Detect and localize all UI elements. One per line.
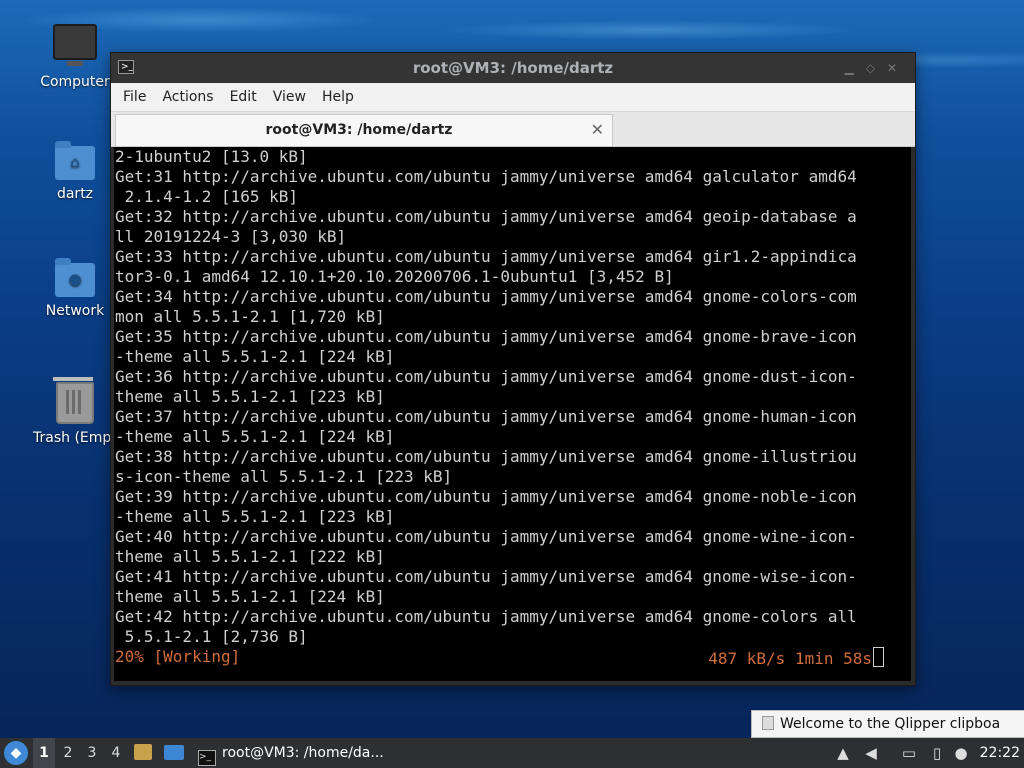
terminal-line: Get:41 http://archive.ubuntu.com/ubuntu … bbox=[115, 567, 857, 586]
clipboard-icon bbox=[762, 716, 774, 730]
desktop-icon-label: dartz bbox=[56, 186, 94, 202]
terminal-cursor bbox=[873, 647, 884, 667]
trash-icon bbox=[53, 377, 94, 424]
show-desktop-icon[interactable] bbox=[164, 745, 184, 760]
terminal-line: Get:34 http://archive.ubuntu.com/ubuntu … bbox=[115, 287, 857, 306]
updates-icon[interactable]: ▲ bbox=[832, 738, 854, 768]
tab-close-icon[interactable]: ✕ bbox=[591, 120, 604, 139]
home-folder-icon: ⌂ bbox=[55, 141, 95, 180]
terminal-line: 5.5.1-2.1 [2,736 B] bbox=[115, 627, 308, 646]
workspace-1[interactable]: 1 bbox=[33, 738, 55, 768]
terminal-output[interactable]: 2-1ubuntu2 [13.0 kB] Get:31 http://archiv… bbox=[114, 147, 911, 681]
menu-edit[interactable]: Edit bbox=[222, 83, 265, 111]
desktop-icon-dartz[interactable]: ⌂ dartz bbox=[29, 141, 121, 202]
terminal-line: 2.1.4-1.2 [165 kB] bbox=[115, 187, 299, 206]
terminal-line: Get:35 http://archive.ubuntu.com/ubuntu … bbox=[115, 327, 857, 346]
file-manager-icon[interactable] bbox=[134, 744, 152, 760]
clock[interactable]: 22:22 bbox=[980, 738, 1020, 768]
terminal-line: s-icon-theme all 5.5.1-2.1 [223 kB] bbox=[115, 467, 453, 486]
menu-file[interactable]: File bbox=[115, 83, 154, 111]
terminal-line: Get:31 http://archive.ubuntu.com/ubuntu … bbox=[115, 167, 857, 186]
terminal-line: theme all 5.5.1-2.1 [223 kB] bbox=[115, 387, 385, 406]
terminal-line: Get:37 http://archive.ubuntu.com/ubuntu … bbox=[115, 407, 857, 426]
terminal-icon: >_ bbox=[198, 750, 216, 766]
terminal-line: -theme all 5.5.1-2.1 [223 kB] bbox=[115, 507, 395, 526]
status-progress: 20% [Working] bbox=[115, 647, 241, 666]
terminal-line: -theme all 5.5.1-2.1 [224 kB] bbox=[115, 427, 395, 446]
terminal-line: Get:36 http://archive.ubuntu.com/ubuntu … bbox=[115, 367, 857, 386]
window-titlebar[interactable]: >_ root@VM3: /home/dartz ▁◇✕ bbox=[111, 53, 915, 83]
notification-icon[interactable]: ● bbox=[950, 738, 972, 768]
menu-view[interactable]: View bbox=[265, 83, 314, 111]
notification-text: Welcome to the Qlipper clipboa bbox=[780, 716, 1001, 732]
terminal-window: >_ root@VM3: /home/dartz ▁◇✕ File Action… bbox=[110, 52, 916, 686]
terminal-line: mon all 5.5.1-2.1 [1,720 kB] bbox=[115, 307, 385, 326]
terminal-line: theme all 5.5.1-2.1 [224 kB] bbox=[115, 587, 385, 606]
tab-terminal[interactable]: root@VM3: /home/dartz ✕ bbox=[115, 114, 613, 146]
network-icon[interactable]: ▭ bbox=[898, 738, 920, 768]
desktop-icon-label: Network bbox=[45, 303, 105, 319]
computer-icon bbox=[53, 24, 97, 66]
start-menu-icon[interactable]: ◆ bbox=[4, 741, 28, 765]
terminal-line: tor3-0.1 amd64 12.10.1+20.10.20200706.1-… bbox=[115, 267, 674, 286]
task-label: root@VM3: /home/da... bbox=[222, 745, 384, 761]
terminal-line: Get:32 http://archive.ubuntu.com/ubuntu … bbox=[115, 207, 857, 226]
terminal-line: -theme all 5.5.1-2.1 [224 kB] bbox=[115, 347, 395, 366]
workspace-4[interactable]: 4 bbox=[105, 738, 127, 768]
terminal-app-icon: >_ bbox=[118, 60, 134, 74]
clipboard-notification[interactable]: Welcome to the Qlipper clipboa bbox=[751, 710, 1024, 738]
workspace-2[interactable]: 2 bbox=[57, 738, 79, 768]
window-controls[interactable]: ▁◇✕ bbox=[844, 53, 909, 83]
apt-status-line: 20% [Working] 487 kB/s 1min 58s bbox=[114, 647, 911, 669]
status-speed: 487 kB/s 1min 58s bbox=[708, 647, 884, 669]
desktop-icon-label: Trash (Empty) bbox=[33, 430, 117, 446]
maximize-icon[interactable]: ◇ bbox=[866, 61, 887, 75]
menu-actions[interactable]: Actions bbox=[154, 83, 221, 111]
terminal-line: Get:38 http://archive.ubuntu.com/ubuntu … bbox=[115, 447, 857, 466]
terminal-line: ll 20191224-3 [3,030 kB] bbox=[115, 227, 347, 246]
terminal-line: 2-1ubuntu2 [13.0 kB] bbox=[115, 147, 308, 166]
minimize-icon[interactable]: ▁ bbox=[844, 61, 865, 75]
tab-label: root@VM3: /home/dartz bbox=[265, 122, 453, 138]
desktop-icon-network[interactable]: ● Network bbox=[29, 258, 121, 319]
tab-bar: root@VM3: /home/dartz ✕ bbox=[111, 112, 915, 147]
close-icon[interactable]: ✕ bbox=[887, 61, 909, 75]
window-title: root@VM3: /home/dartz bbox=[412, 59, 614, 77]
desktop-icon-computer[interactable]: Computer bbox=[29, 24, 121, 90]
clipboard-tray-icon[interactable]: ▯ bbox=[926, 738, 948, 768]
taskbar: ◆ 1 2 3 4 >_ root@VM3: /home/da... ▲ ◀ ▭ … bbox=[0, 738, 1024, 768]
network-folder-icon: ● bbox=[55, 258, 95, 297]
menu-help[interactable]: Help bbox=[314, 83, 362, 111]
terminal-line: theme all 5.5.1-2.1 [222 kB] bbox=[115, 547, 385, 566]
menubar: File Actions Edit View Help bbox=[111, 83, 915, 112]
volume-icon[interactable]: ◀ bbox=[860, 738, 882, 768]
terminal-line: Get:42 http://archive.ubuntu.com/ubuntu … bbox=[115, 607, 857, 626]
workspace-3[interactable]: 3 bbox=[81, 738, 103, 768]
desktop-icon-label: Computer bbox=[40, 74, 110, 90]
taskbar-task-terminal[interactable]: >_ root@VM3: /home/da... bbox=[192, 738, 390, 768]
terminal-line: Get:39 http://archive.ubuntu.com/ubuntu … bbox=[115, 487, 857, 506]
terminal-line: Get:40 http://archive.ubuntu.com/ubuntu … bbox=[115, 527, 857, 546]
terminal-line: Get:33 http://archive.ubuntu.com/ubuntu … bbox=[115, 247, 857, 266]
